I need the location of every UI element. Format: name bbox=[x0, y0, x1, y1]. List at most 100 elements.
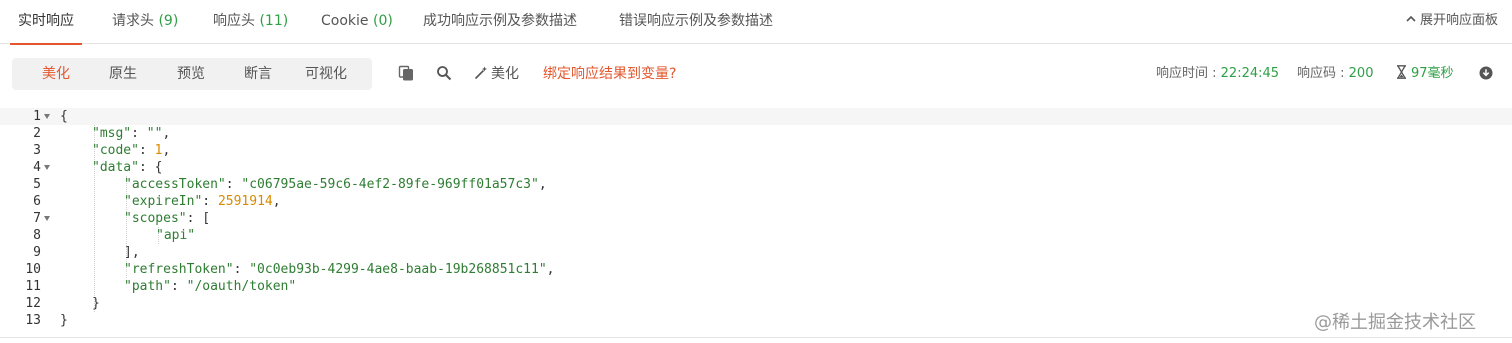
tab-error-examples[interactable]: 错误响应示例及参数描述 bbox=[619, 0, 773, 44]
response-time: 响应时间 : 22:24:45 bbox=[1156, 58, 1279, 90]
copy-icon[interactable] bbox=[398, 65, 414, 81]
response-tabs: 实时响应 请求头 (9) 响应头 (11) Cookie (0) 成功响应示例及… bbox=[0, 0, 1512, 45]
json-value: "/oauth/token" bbox=[186, 279, 297, 294]
json-token: } bbox=[60, 313, 68, 328]
json-key: "data" bbox=[92, 160, 139, 175]
tab-realtime-response[interactable]: 实时响应 bbox=[10, 0, 82, 45]
code-line: 8 "api" bbox=[0, 227, 1512, 244]
magic-wand-icon bbox=[474, 66, 487, 80]
line-number: 3 bbox=[33, 143, 41, 158]
expand-panel-label: 展开响应面板 bbox=[1419, 13, 1498, 28]
tab-label: 响应头 bbox=[213, 13, 255, 29]
beautify-label: 美化 bbox=[491, 66, 519, 82]
json-token: { bbox=[60, 109, 68, 124]
code-line: 10 "refreshToken": "0c0eb93b-4299-4ae8-ba… bbox=[0, 261, 1512, 278]
view-mode-raw[interactable]: 原生 bbox=[109, 58, 137, 90]
line-number: 1 bbox=[33, 109, 41, 124]
fold-toggle-icon[interactable] bbox=[44, 165, 50, 170]
json-token: "api" bbox=[156, 228, 196, 243]
json-key: "path" bbox=[124, 279, 171, 294]
line-number: 9 bbox=[33, 245, 41, 260]
code-text: "data": { bbox=[92, 160, 163, 175]
json-token: } bbox=[92, 296, 100, 311]
beautify-button[interactable]: 美化 bbox=[474, 58, 519, 90]
expand-panel-button[interactable]: 展开响应面板 bbox=[1405, 0, 1498, 44]
code-text: "api" bbox=[156, 227, 195, 244]
fold-toggle-icon[interactable] bbox=[44, 114, 50, 119]
response-duration: 97毫秒 bbox=[1396, 58, 1454, 90]
view-mode-beautify[interactable]: 美化 bbox=[42, 58, 70, 90]
view-mode-preview[interactable]: 预览 bbox=[177, 58, 205, 90]
code-text: { bbox=[60, 108, 68, 125]
code-line: 2 "msg": "", bbox=[0, 125, 1512, 142]
json-value: "0c0eb93b-4299-4ae8-baab-19b268851c11" bbox=[249, 262, 547, 277]
code-text: } bbox=[60, 312, 68, 329]
tab-label: 成功响应示例及参数描述 bbox=[423, 13, 577, 29]
code-text: } bbox=[92, 295, 100, 312]
code-line: 4 "data": { bbox=[0, 159, 1512, 176]
view-mode-switch: 美化 原生 预览 断言 可视化 bbox=[12, 58, 372, 90]
json-value: "c06795ae-59c6-4ef2-89fe-969ff01a57c3" bbox=[241, 177, 539, 192]
code-text: "path": "/oauth/token" bbox=[124, 279, 297, 294]
code-line: 6 "expireIn": 2591914, bbox=[0, 193, 1512, 210]
json-token: ], bbox=[124, 245, 140, 260]
code-line: 3 "code": 1, bbox=[0, 142, 1512, 159]
tab-count: (9) bbox=[158, 13, 179, 29]
fold-toggle-icon[interactable] bbox=[44, 216, 50, 221]
watermark: @稀土掘金技术社区 bbox=[1314, 312, 1476, 333]
code-text: "scopes": [ bbox=[124, 211, 211, 226]
json-key: "refreshToken" bbox=[124, 262, 234, 277]
json-value: [ bbox=[202, 211, 211, 226]
tab-success-examples[interactable]: 成功响应示例及参数描述 bbox=[423, 0, 577, 44]
chevron-up-icon bbox=[1406, 15, 1416, 22]
line-number: 5 bbox=[33, 177, 41, 192]
json-key: "scopes" bbox=[124, 211, 187, 226]
code-line: 13} bbox=[0, 312, 1512, 329]
code-text: ], bbox=[124, 244, 140, 261]
tab-count: (11) bbox=[259, 13, 289, 29]
response-time-value: 22:24:45 bbox=[1220, 66, 1280, 81]
line-number: 8 bbox=[33, 228, 41, 243]
response-time-label: 响应时间 : bbox=[1156, 66, 1217, 81]
code-line: 12} bbox=[0, 295, 1512, 312]
code-text: "refreshToken": "0c0eb93b-4299-4ae8-baab… bbox=[124, 262, 555, 277]
line-number: 6 bbox=[33, 194, 41, 209]
line-number: 11 bbox=[25, 279, 41, 294]
json-response-viewer[interactable]: 1{2 "msg": "", 3 "code": 1, 4 "data": {5 "acce… bbox=[0, 108, 1512, 330]
tab-label: 请求头 bbox=[112, 13, 154, 29]
code-line: 5 "accessToken": "c06795ae-59c6-4ef2-89fe… bbox=[0, 176, 1512, 193]
line-number: 10 bbox=[25, 262, 41, 277]
json-key: "expireIn" bbox=[124, 194, 203, 209]
json-value: 2591914 bbox=[217, 194, 273, 209]
code-text: "msg": "", bbox=[92, 126, 171, 141]
code-line: 7 "scopes": [ bbox=[0, 210, 1512, 227]
tab-request-headers[interactable]: 请求头 (9) bbox=[112, 0, 178, 44]
tab-cookie[interactable]: Cookie (0) bbox=[321, 0, 393, 44]
tab-label: 错误响应示例及参数描述 bbox=[619, 13, 773, 29]
line-number: 13 bbox=[25, 313, 41, 328]
code-line: 1{ bbox=[0, 108, 1512, 125]
json-key: "code" bbox=[92, 143, 139, 158]
code-line: 11 "path": "/oauth/token" bbox=[0, 278, 1512, 295]
view-mode-assert[interactable]: 断言 bbox=[244, 58, 272, 90]
download-icon[interactable] bbox=[1479, 66, 1493, 80]
response-code: 响应码 : 200 bbox=[1297, 58, 1373, 90]
code-text: "accessToken": "c06795ae-59c6-4ef2-89fe-… bbox=[124, 177, 547, 192]
line-number: 12 bbox=[25, 296, 41, 311]
response-code-value: 200 bbox=[1348, 66, 1374, 81]
hourglass-icon bbox=[1397, 65, 1406, 79]
line-number: 2 bbox=[33, 126, 41, 141]
bind-response-to-variable-link[interactable]: 绑定响应结果到变量? bbox=[543, 58, 676, 90]
json-value: 1 bbox=[154, 143, 163, 158]
tab-count: (0) bbox=[372, 13, 393, 29]
json-key: "msg" bbox=[92, 126, 132, 141]
code-text: "code": 1, bbox=[92, 143, 171, 158]
json-value: { bbox=[154, 160, 163, 175]
line-number: 4 bbox=[33, 160, 41, 175]
response-duration-value: 97毫秒 bbox=[1411, 66, 1454, 81]
search-icon[interactable] bbox=[436, 65, 452, 81]
json-value: "" bbox=[146, 126, 163, 141]
view-mode-visualize[interactable]: 可视化 bbox=[305, 58, 347, 90]
tab-response-headers[interactable]: 响应头 (11) bbox=[213, 0, 288, 44]
code-line: 9], bbox=[0, 244, 1512, 261]
